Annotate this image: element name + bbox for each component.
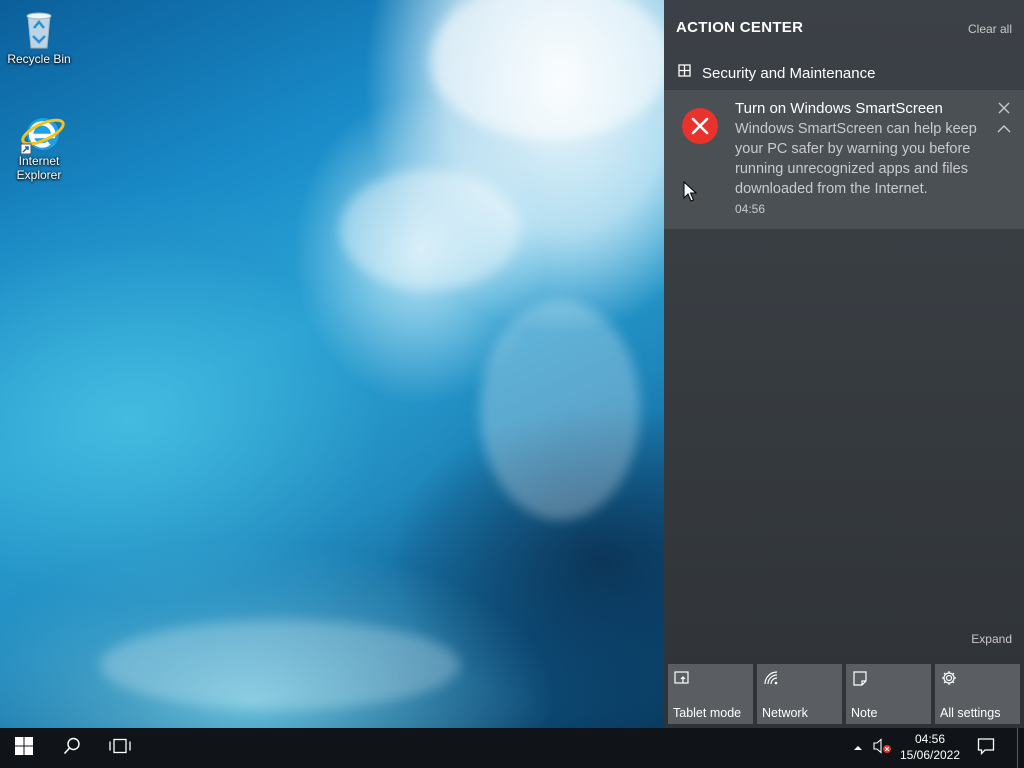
desktop-wallpaper: Recycle Bin Internet Explorer: [0, 0, 664, 728]
notification-group-header[interactable]: Security and Maintenance: [678, 64, 875, 82]
show-desktop-button[interactable]: [1017, 728, 1024, 768]
quick-action-label: All settings: [940, 706, 1001, 720]
internet-explorer-icon: [19, 110, 65, 155]
show-hidden-icons-button[interactable]: [846, 728, 870, 768]
recycle-bin-icon: [19, 8, 59, 49]
volume-button[interactable]: [870, 728, 894, 768]
show-hidden-icons-chevron: [853, 739, 863, 757]
action-center-panel: ACTION CENTER Clear all Security and Mai…: [664, 0, 1024, 728]
notification-body: Windows SmartScreen can help keep your P…: [735, 121, 977, 197]
taskbar: 04:56 15/06/2022: [0, 728, 1024, 768]
wave-foam: [100, 620, 460, 710]
action-center-icon: [977, 737, 995, 760]
note-icon: [852, 670, 868, 686]
notification-card[interactable]: Turn on Windows SmartScreen Windows Smar…: [664, 90, 1024, 229]
quick-action-network[interactable]: Network: [757, 664, 842, 724]
action-center-button[interactable]: [962, 728, 1010, 768]
clock-time: 04:56: [914, 732, 946, 746]
wave-foam: [480, 300, 640, 520]
mouse-cursor: [683, 180, 698, 203]
wave-foam: [340, 170, 520, 290]
quick-action-label: Network: [762, 706, 808, 720]
clock-date: 15/06/2022: [899, 748, 961, 762]
quick-action-note[interactable]: Note: [846, 664, 931, 724]
notification-group-name: Security and Maintenance: [702, 64, 876, 82]
close-icon[interactable]: [996, 100, 1012, 116]
expand-link[interactable]: Expand: [971, 632, 1012, 646]
wave-foam: [430, 0, 664, 140]
desktop-icon-recycle-bin[interactable]: Recycle Bin: [3, 8, 75, 66]
quick-action-label: Tablet mode: [673, 706, 742, 720]
volume-muted-icon: [872, 737, 892, 759]
task-view-button[interactable]: [96, 728, 144, 768]
notification-title: Turn on Windows SmartScreen: [735, 100, 943, 117]
desktop-icon-label: Recycle Bin: [7, 52, 71, 66]
tablet-mode-icon: [674, 670, 690, 686]
windows-start-icon: [14, 736, 34, 761]
security-maintenance-flag-icon: [678, 64, 692, 82]
task-view-icon: [109, 738, 131, 759]
search-icon: [63, 737, 81, 760]
notification-time: 04:56: [735, 202, 766, 216]
chevron-up-icon[interactable]: [996, 122, 1012, 134]
clear-all-link[interactable]: Clear all: [968, 22, 1012, 36]
network-icon: [763, 670, 779, 686]
taskbar-clock[interactable]: 04:56 15/06/2022: [895, 731, 965, 763]
search-button[interactable]: [48, 728, 96, 768]
quick-action-label: Note: [851, 706, 878, 720]
gear-icon: [941, 670, 957, 686]
action-center-title: ACTION CENTER: [676, 19, 804, 36]
desktop-icon-label: Internet Explorer: [16, 154, 62, 182]
quick-action-all-settings[interactable]: All settings: [935, 664, 1020, 724]
start-button[interactable]: [0, 728, 48, 768]
error-x-icon: [682, 108, 718, 144]
desktop-icon-internet-explorer[interactable]: Internet Explorer: [3, 110, 75, 182]
quick-action-tablet-mode[interactable]: Tablet mode: [668, 664, 753, 724]
